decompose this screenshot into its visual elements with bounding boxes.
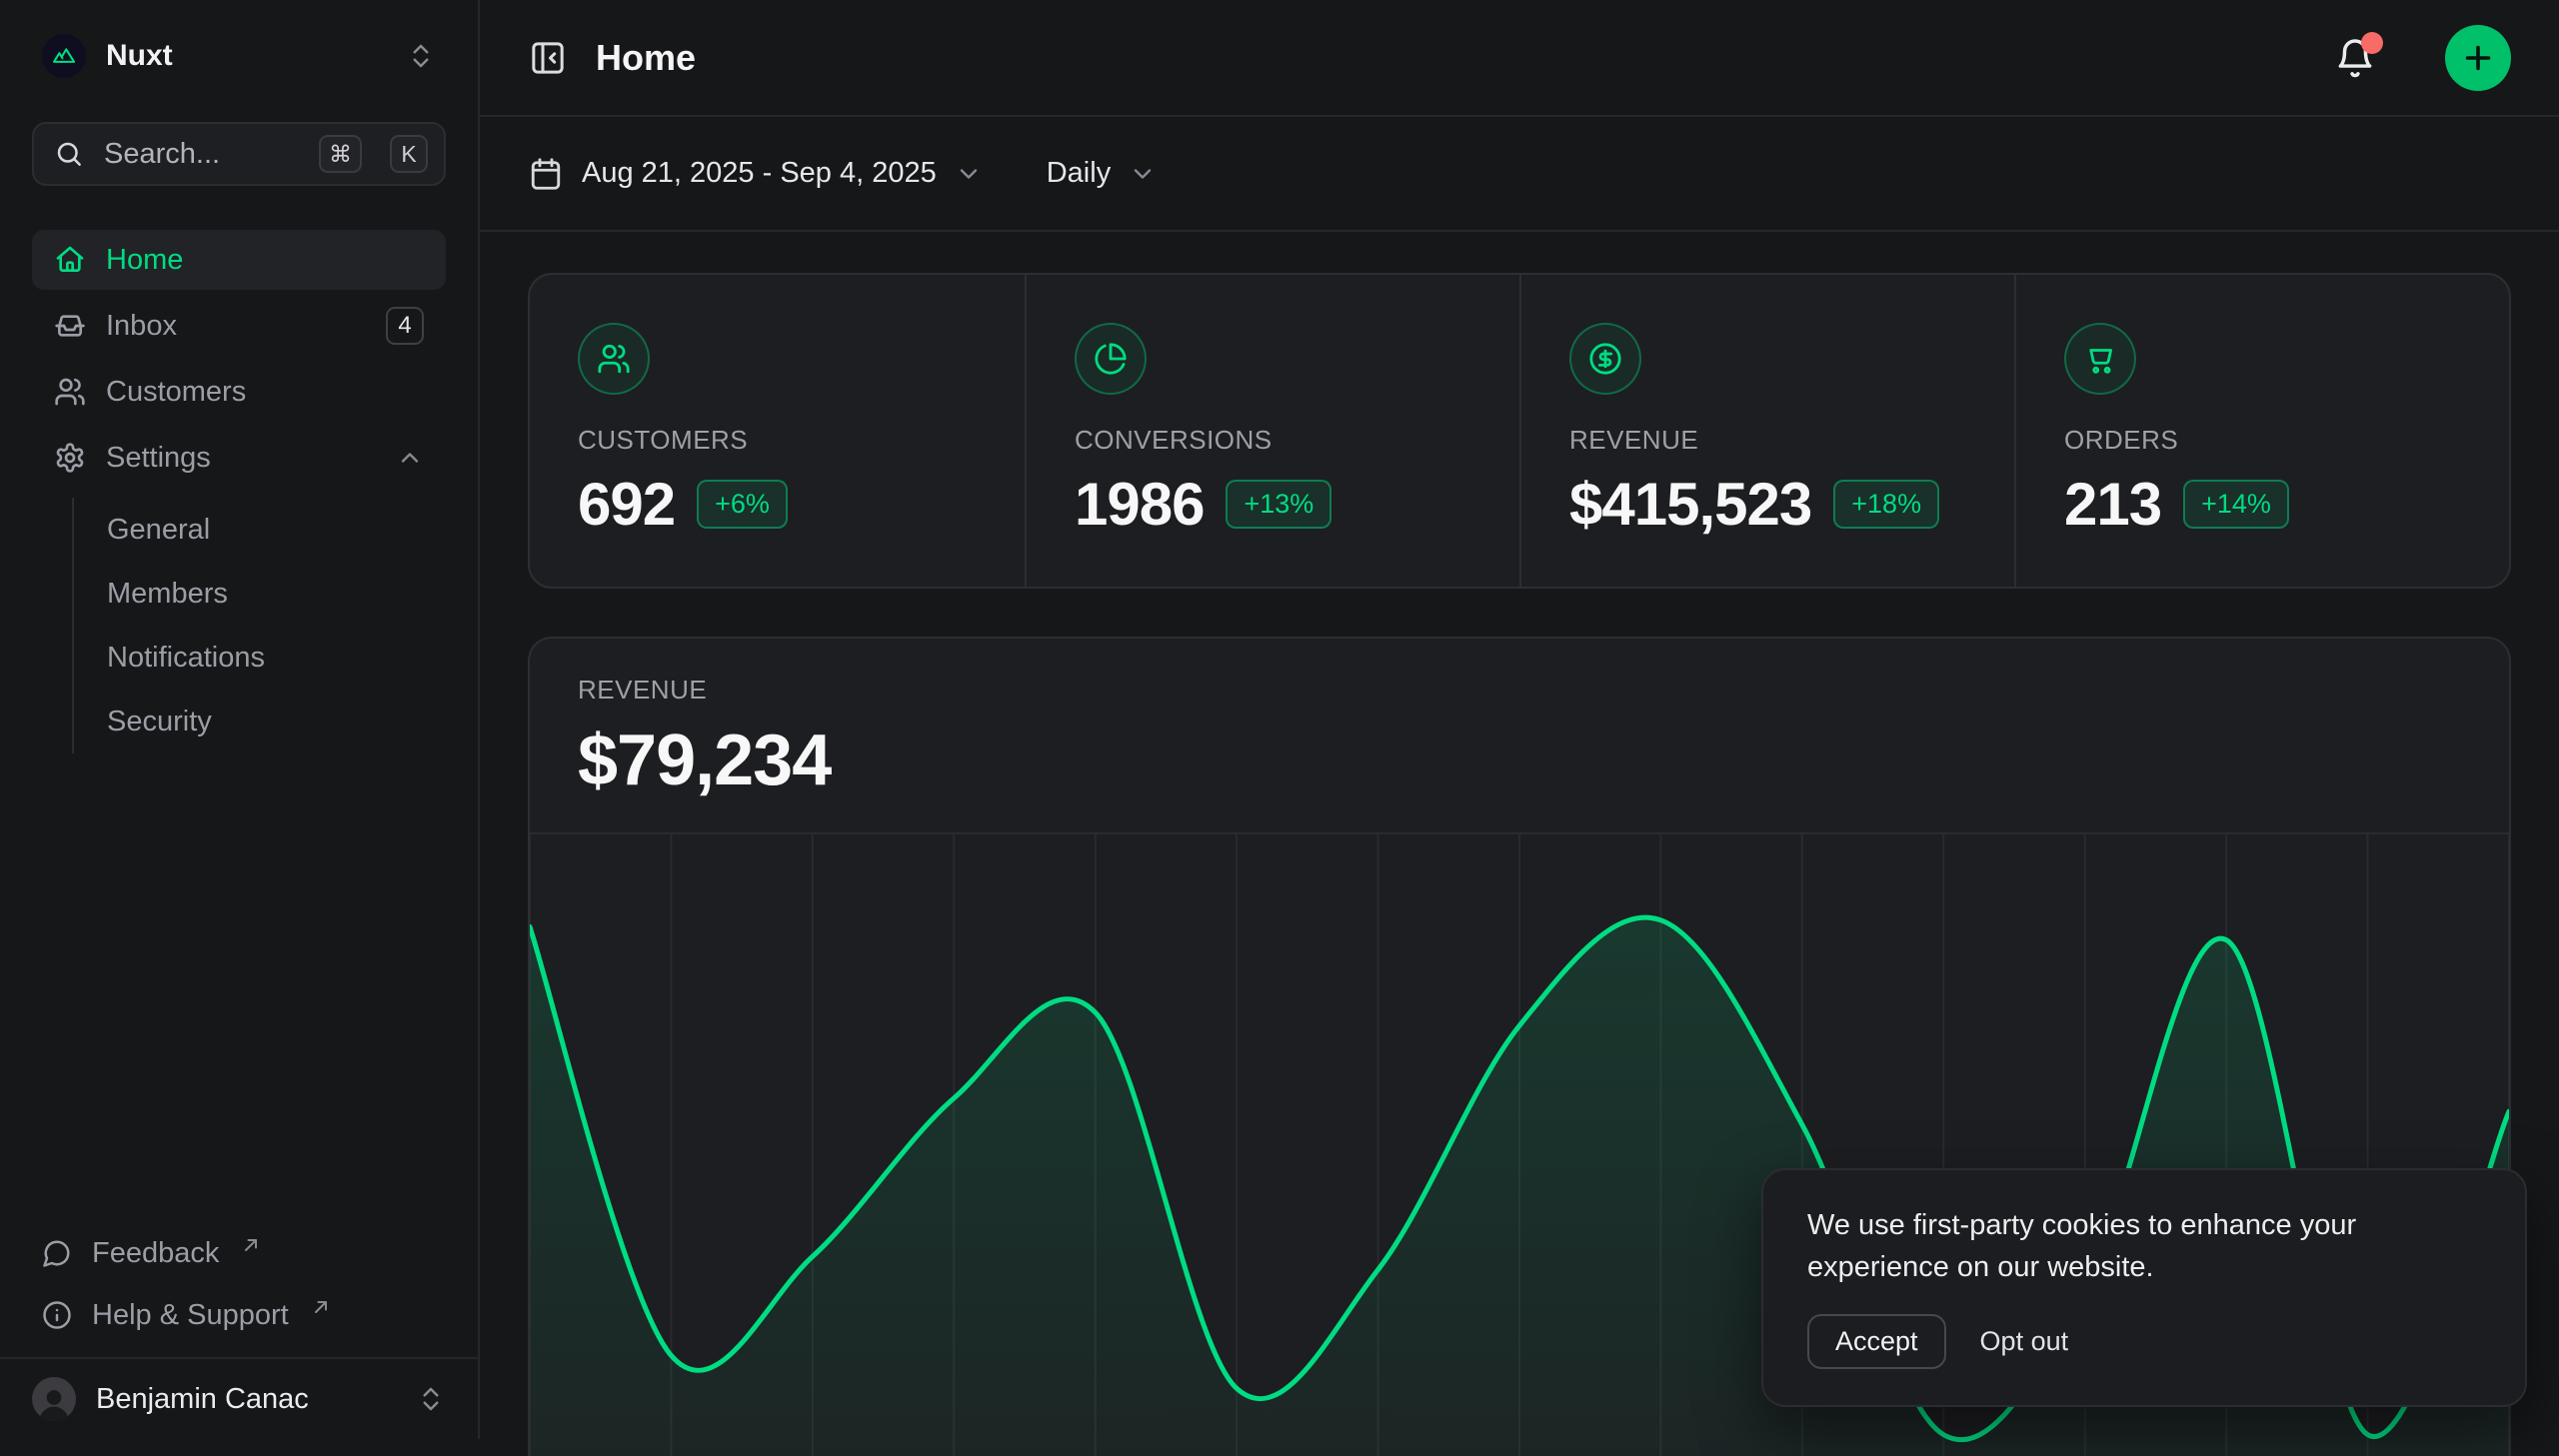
filters-toolbar: Aug 21, 2025 - Sep 4, 2025 Daily: [480, 117, 2559, 232]
shopping-cart-icon: [2064, 323, 2136, 395]
granularity-value: Daily: [1047, 157, 1111, 190]
stat-value: 1986: [1075, 470, 1204, 539]
sidebar-item-label: Customers: [106, 376, 424, 409]
user-menu[interactable]: Benjamin Canac: [0, 1357, 478, 1439]
panel-left-close-icon[interactable]: [528, 38, 568, 78]
sidebar-subitem-general[interactable]: General: [74, 498, 446, 562]
gear-icon: [54, 442, 86, 474]
user-name: Benjamin Canac: [96, 1383, 309, 1416]
inbox-icon: [54, 310, 86, 342]
sidebar-subitem-security[interactable]: Security: [74, 690, 446, 753]
sidebar-item-settings[interactable]: Settings: [32, 428, 446, 488]
sidebar-item-label: Home: [106, 244, 424, 277]
stat-label: ORDERS: [2064, 425, 2461, 456]
cookie-consent-toast: We use first-party cookies to enhance yo…: [1761, 1168, 2527, 1407]
users-icon: [578, 323, 650, 395]
sidebar-item-label: Inbox: [106, 310, 366, 343]
stats-group: CUSTOMERS 692 +6% CONVERSIONS 1986 +13%: [528, 273, 2511, 589]
users-icon: [54, 376, 86, 408]
stat-revenue: REVENUE $415,523 +18%: [1519, 275, 2014, 587]
inbox-count-badge: 4: [386, 307, 424, 345]
stat-label: REVENUE: [1569, 425, 1966, 456]
pie-chart-icon: [1075, 323, 1147, 395]
sidebar-footer: Feedback Help & Support: [0, 1225, 478, 1439]
stat-conversions: CONVERSIONS 1986 +13%: [1025, 275, 1519, 587]
help-support-link[interactable]: Help & Support: [32, 1287, 446, 1343]
stat-customers: CUSTOMERS 692 +6%: [530, 275, 1025, 587]
home-icon: [54, 244, 86, 276]
help-support-label: Help & Support: [92, 1299, 289, 1332]
stat-value: $415,523: [1569, 470, 1811, 539]
chevrons-up-down-icon: [406, 41, 436, 71]
revenue-chart-label: REVENUE: [578, 675, 2461, 706]
workspace-selector[interactable]: Nuxt: [32, 26, 446, 86]
stat-delta-badge: +6%: [697, 480, 788, 529]
page-header: Home: [480, 0, 2559, 117]
date-range-picker[interactable]: Aug 21, 2025 - Sep 4, 2025: [528, 156, 983, 192]
sidebar-item-inbox[interactable]: Inbox 4: [32, 296, 446, 356]
nuxt-logo: [42, 34, 86, 78]
plus-icon: [2460, 40, 2496, 76]
sidebar-item-home[interactable]: Home: [32, 230, 446, 290]
optout-cookies-button[interactable]: Opt out: [1980, 1326, 2069, 1357]
search-placeholder: Search...: [104, 138, 299, 171]
notifications-button[interactable]: [2333, 36, 2377, 80]
sidebar-subitem-members[interactable]: Members: [74, 562, 446, 626]
avatar: [32, 1377, 76, 1421]
chevron-up-icon: [396, 444, 424, 472]
sidebar-item-label: Settings: [106, 442, 376, 475]
calendar-icon: [528, 156, 564, 192]
info-circle-icon: [42, 1300, 72, 1330]
chevron-down-icon: [1129, 160, 1157, 188]
external-link-icon: [311, 1297, 331, 1317]
chevrons-up-down-icon: [416, 1384, 446, 1414]
external-link-icon: [241, 1235, 261, 1255]
search-input[interactable]: Search... ⌘ K: [32, 122, 446, 186]
workspace-name: Nuxt: [106, 39, 173, 73]
kbd-cmd: ⌘: [319, 135, 362, 173]
stat-value: 213: [2064, 470, 2161, 539]
add-button[interactable]: [2445, 25, 2511, 91]
stat-value: 692: [578, 470, 675, 539]
stat-label: CONVERSIONS: [1075, 425, 1471, 456]
message-circle-icon: [42, 1238, 72, 1268]
sidebar-nav: Home Inbox 4 Customers: [0, 230, 478, 753]
search-icon: [54, 139, 84, 169]
chevron-down-icon: [955, 160, 983, 188]
sidebar-item-customers[interactable]: Customers: [32, 362, 446, 422]
revenue-chart-value: $79,234: [578, 720, 2461, 801]
stat-label: CUSTOMERS: [578, 425, 977, 456]
feedback-label: Feedback: [92, 1237, 219, 1270]
settings-subnav: General Members Notifications Security: [72, 498, 446, 753]
cookie-message: We use first-party cookies to enhance yo…: [1807, 1204, 2407, 1288]
stat-orders: ORDERS 213 +14%: [2014, 275, 2509, 587]
date-range-value: Aug 21, 2025 - Sep 4, 2025: [582, 157, 937, 190]
stat-delta-badge: +13%: [1226, 480, 1331, 529]
sidebar: Nuxt Search... ⌘ K Home: [0, 0, 480, 1439]
granularity-select[interactable]: Daily: [1047, 157, 1157, 190]
feedback-link[interactable]: Feedback: [32, 1225, 446, 1281]
page-title: Home: [596, 37, 696, 79]
stat-delta-badge: +14%: [2183, 480, 2289, 529]
sidebar-subitem-notifications[interactable]: Notifications: [74, 626, 446, 690]
kbd-k: K: [390, 135, 428, 173]
dollar-circle-icon: [1569, 323, 1641, 395]
notification-dot: [2361, 32, 2383, 54]
stat-delta-badge: +18%: [1833, 480, 1939, 529]
accept-cookies-button[interactable]: Accept: [1807, 1314, 1946, 1369]
